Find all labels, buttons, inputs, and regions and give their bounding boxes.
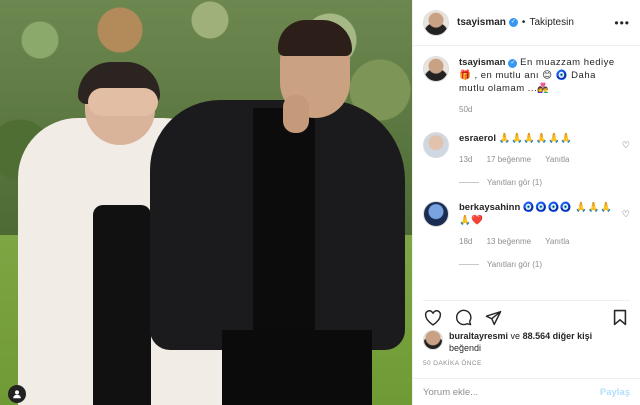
post-comment-button[interactable]: Paylaş [600, 387, 630, 398]
separator-dot: • [521, 17, 526, 28]
likes-text: buraltayresmi ve 88.564 diğer kişi beğen… [449, 330, 592, 354]
comments-list[interactable]: tsayisman ✓ En muazzam hediye 🎁 , en mutl… [423, 56, 632, 292]
likes-suffix: beğendi [449, 343, 482, 353]
post-time-ago[interactable]: 50 DAKİKA ÖNCE [423, 360, 482, 367]
view-replies-button[interactable]: Yanıtları gör (1) [459, 258, 624, 271]
likes-connector: ve [510, 331, 521, 341]
caption-username[interactable]: tsayisman [459, 57, 505, 68]
comment-input[interactable] [423, 386, 600, 398]
photo-man-shirt [253, 108, 315, 338]
comment-item: berkaysahinn 🧿🧿🧿🧿 🙏🙏🙏🙏❤️ 18d 13 beğenme … [423, 201, 632, 271]
comment-likes[interactable]: 17 beğenme [487, 155, 531, 164]
author-username[interactable]: tsayisman [457, 17, 506, 28]
post-sidebar: tsayisman ✓ • Takiptesin ••• tsayisman ✓ … [412, 0, 640, 405]
author-avatar[interactable] [423, 9, 449, 36]
more-icon[interactable]: ••• [614, 16, 630, 30]
verified-badge-icon: ✓ [508, 18, 518, 27]
post-header: tsayisman ✓ • Takiptesin ••• [413, 0, 640, 46]
photo-woman-dress [93, 205, 151, 405]
photo-man-pants [222, 330, 372, 405]
verified-badge-icon: ✓ [508, 59, 518, 68]
commenter-avatar[interactable] [423, 201, 449, 227]
comment-heart-icon[interactable]: ♡ [622, 209, 630, 220]
follow-status[interactable]: Takiptesin [529, 17, 573, 28]
photo-woman-hand [88, 88, 158, 116]
replies-divider [459, 182, 479, 183]
send-icon[interactable] [483, 308, 503, 328]
comment-body: berkaysahinn 🧿🧿🧿🧿 🙏🙏🙏🙏❤️ 18d 13 beğenme … [459, 201, 624, 271]
replies-divider [459, 264, 479, 265]
caption-body: tsayisman ✓ En muazzam hediye 🎁 , en mutl… [459, 56, 624, 116]
likes-count[interactable]: 88.564 diğer kişi [523, 331, 593, 341]
author-avatar[interactable] [423, 56, 449, 82]
view-replies-button[interactable]: Yanıtları gör (1) [459, 176, 624, 189]
comment-text: 🙏🙏🙏🙏🙏🙏 [498, 133, 573, 144]
comment-meta: 13d 17 beğenme Yanıtla [459, 153, 624, 166]
post-actions [423, 300, 630, 328]
view-replies-label: Yanıtları gör (1) [487, 178, 542, 187]
reply-button[interactable]: Yanıtla [545, 155, 569, 164]
comment-meta: 18d 13 beğenme Yanıtla [459, 235, 624, 248]
comment-age: 18d [459, 237, 473, 246]
commenter-avatar[interactable] [423, 132, 449, 158]
comment-heart-icon[interactable]: ♡ [622, 140, 630, 151]
caption-meta: 50d [459, 103, 624, 116]
liker-username[interactable]: buraltayresmi [449, 331, 508, 341]
liker-avatar[interactable] [423, 330, 443, 350]
comment-age: 13d [459, 155, 473, 164]
post-photo[interactable] [0, 0, 412, 405]
comment-username[interactable]: esraerol [459, 133, 496, 144]
comment-icon[interactable] [453, 308, 473, 328]
comment-composer: Paylaş [413, 378, 640, 405]
photo-man-hand [283, 95, 309, 133]
view-replies-label: Yanıtları gör (1) [487, 260, 542, 269]
bookmark-icon[interactable] [610, 308, 630, 328]
caption: tsayisman ✓ En muazzam hediye 🎁 , en mutl… [423, 56, 632, 116]
comment-username[interactable]: berkaysahinn [459, 202, 520, 213]
likes-summary: buraltayresmi ve 88.564 diğer kişi beğen… [423, 330, 630, 354]
comment-likes[interactable]: 13 beğenme [487, 237, 531, 246]
reply-button[interactable]: Yanıtla [545, 237, 569, 246]
caption-age: 50d [459, 105, 473, 114]
heart-icon[interactable] [423, 308, 443, 328]
user-tag-icon[interactable] [8, 385, 26, 403]
comment-body: esraerol 🙏🙏🙏🙏🙏🙏 13d 17 beğenme Yanıtla Y… [459, 132, 624, 189]
comment-item: esraerol 🙏🙏🙏🙏🙏🙏 13d 17 beğenme Yanıtla Y… [423, 132, 632, 189]
